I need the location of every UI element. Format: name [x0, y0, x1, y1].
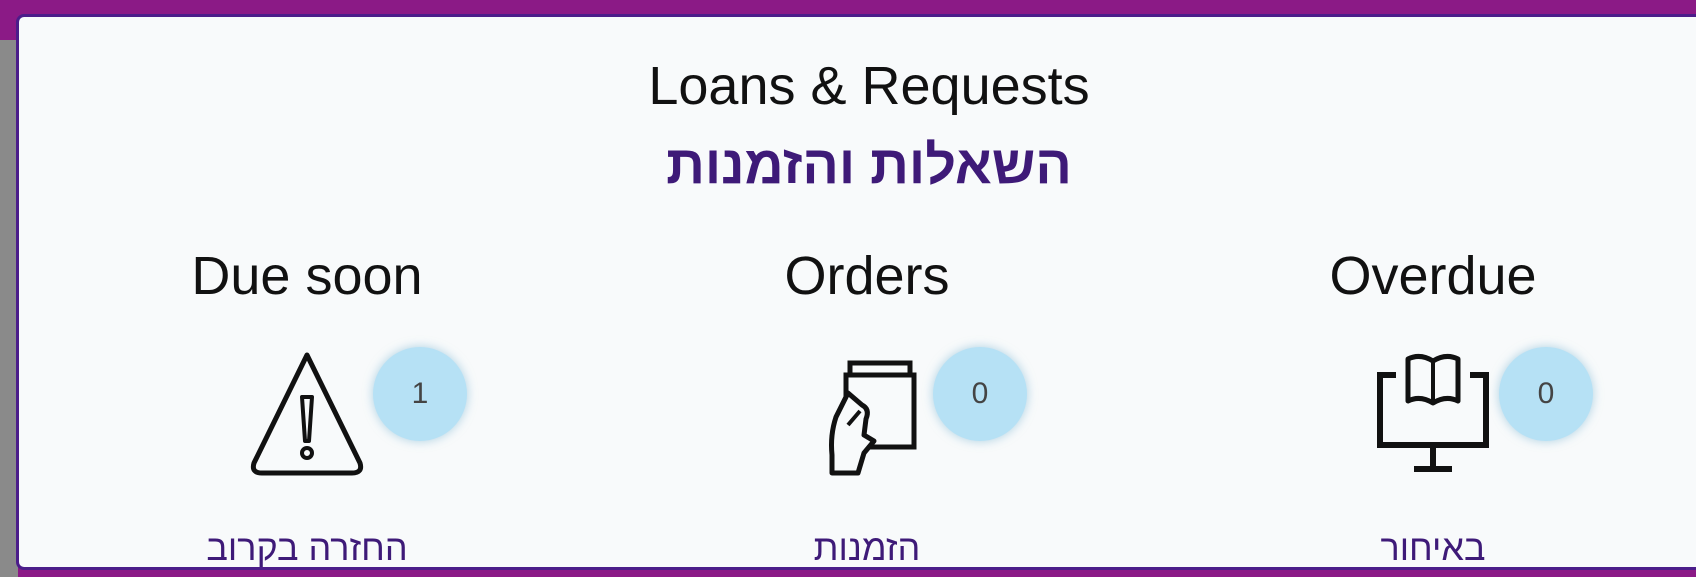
tile-overdue[interactable]: Overdue 0 באיחור	[1273, 245, 1593, 568]
tile-label-english: Due soon	[191, 246, 423, 306]
overdue-count-badge: 0	[1499, 347, 1593, 441]
tile-label-english: Orders	[784, 246, 950, 306]
tile-label-english: Overdue	[1329, 246, 1537, 306]
warning-triangle-icon	[242, 345, 372, 480]
tile-label-hebrew[interactable]: החזרה בקרוב	[147, 527, 467, 569]
card-title-hebrew: השאלות והזמנות	[666, 135, 1072, 195]
due-soon-count-badge: 1	[373, 347, 467, 441]
app-frame: Loans & Requests השאלות והזמנות Due soon…	[0, 0, 1696, 577]
tile-label-hebrew[interactable]: הזמנות	[707, 527, 1027, 569]
hand-holding-book-icon	[802, 345, 932, 480]
tile-label-hebrew[interactable]: באיחור	[1273, 527, 1593, 569]
tile-due-soon[interactable]: Due soon 1 החזרה בקרוב	[147, 245, 467, 568]
loans-requests-card: Loans & Requests השאלות והזמנות Due soon…	[16, 14, 1696, 570]
tile-orders[interactable]: Orders 0 הזמנות	[707, 245, 1027, 568]
orders-count-badge: 0	[933, 347, 1027, 441]
card-title-english: Loans & Requests	[648, 56, 1090, 116]
book-monitor-icon	[1368, 345, 1498, 480]
